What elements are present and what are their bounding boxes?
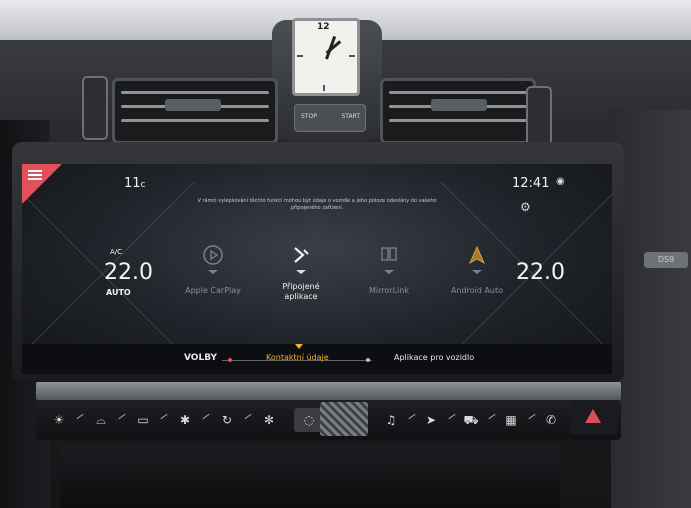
analog-clock: 12	[292, 18, 360, 96]
location-icon: ◉	[556, 176, 565, 187]
dashboard-photo: DS9 12 STOP START 11c 12:41 ◉ ⚙ V rámci …	[0, 0, 691, 508]
notice-line-2: připojeného zařízení.	[290, 205, 344, 211]
app-label: Připojené aplikace	[282, 282, 320, 301]
clock-twelve: 12	[317, 22, 330, 32]
app-apple-carplay[interactable]: Apple CarPlay	[168, 244, 258, 295]
menu-icon[interactable]	[28, 170, 42, 180]
sun-icon[interactable]: ☀	[44, 408, 74, 432]
android-auto-icon	[468, 245, 486, 265]
app-label: Apple CarPlay	[185, 286, 241, 295]
settings-gear-icon[interactable]: ⚙	[520, 200, 531, 214]
left-side-vent	[82, 76, 108, 140]
recirculation-icon[interactable]: ↻	[212, 408, 242, 432]
auto-label: AUTO	[106, 288, 131, 297]
right-side-vent	[526, 86, 552, 150]
tab-dot	[228, 358, 232, 362]
tab-aplikace-pro-vozidlo[interactable]: Aplikace pro vozidlo	[394, 353, 474, 362]
clock-time: 12:41	[512, 176, 550, 191]
app-mirrorlink[interactable]: MirrorLink	[344, 244, 434, 295]
hazard-icon	[585, 409, 601, 423]
model-badge: DS9	[644, 252, 688, 268]
app-android-auto[interactable]: Android Auto	[432, 244, 522, 295]
privacy-notice: V rámci vylepšování těchto funkcí mohou …	[182, 198, 452, 212]
start-label: START	[341, 113, 360, 120]
defrost-front-icon[interactable]: ⌓	[86, 408, 116, 432]
play-circle-icon	[203, 245, 223, 265]
app-label: MirrorLink	[369, 286, 409, 295]
navigation-icon[interactable]: ➤	[416, 408, 446, 432]
tab-kontaktni-udaje[interactable]: Kontaktní údaje	[266, 353, 329, 362]
ac-label: A/C	[110, 248, 123, 256]
lower-console	[60, 446, 560, 508]
car-icon[interactable]: ⛟	[456, 408, 486, 432]
tab-indicator	[295, 344, 303, 349]
chrome-strip	[36, 382, 621, 400]
volume-knob[interactable]	[320, 402, 368, 436]
clock-mark	[297, 55, 303, 57]
infotainment-screen: 11c 12:41 ◉ ⚙ V rámci vylepšování těchto…	[22, 164, 612, 374]
grid-icon[interactable]: ▦	[496, 408, 526, 432]
clock-mark	[349, 55, 355, 57]
tab-dot	[366, 358, 370, 362]
outside-temperature: 11c	[124, 176, 146, 191]
music-icon[interactable]: ♫	[376, 408, 406, 432]
notice-line-1: V rámci vylepšování těchto funkcí mohou …	[197, 198, 437, 204]
left-vent	[112, 78, 278, 144]
right-vent	[380, 78, 536, 144]
phone-icon[interactable]: ✆	[536, 408, 566, 432]
tab-volby[interactable]: VOLBY	[184, 353, 217, 363]
stop-start-button[interactable]: STOP START	[294, 104, 366, 132]
app-label: Android Auto	[450, 286, 504, 295]
fan-icon[interactable]: ✻	[254, 408, 284, 432]
connected-apps-icon	[294, 247, 309, 263]
defrost-rear-icon[interactable]: ▭	[128, 408, 158, 432]
right-temperature[interactable]: 22.0	[516, 260, 565, 285]
stop-label: STOP	[301, 113, 317, 120]
app-connected-apps[interactable]: Připojené aplikace	[256, 244, 346, 302]
mirrorlink-icon	[381, 247, 397, 261]
bottom-tab-bar: VOLBY Kontaktní údaje Aplikace pro vozid…	[22, 344, 612, 374]
clock-mark	[323, 85, 325, 91]
left-temperature[interactable]: 22.0	[104, 260, 153, 285]
fan-off-icon[interactable]: ✱	[170, 408, 200, 432]
hazard-button[interactable]	[570, 400, 618, 434]
